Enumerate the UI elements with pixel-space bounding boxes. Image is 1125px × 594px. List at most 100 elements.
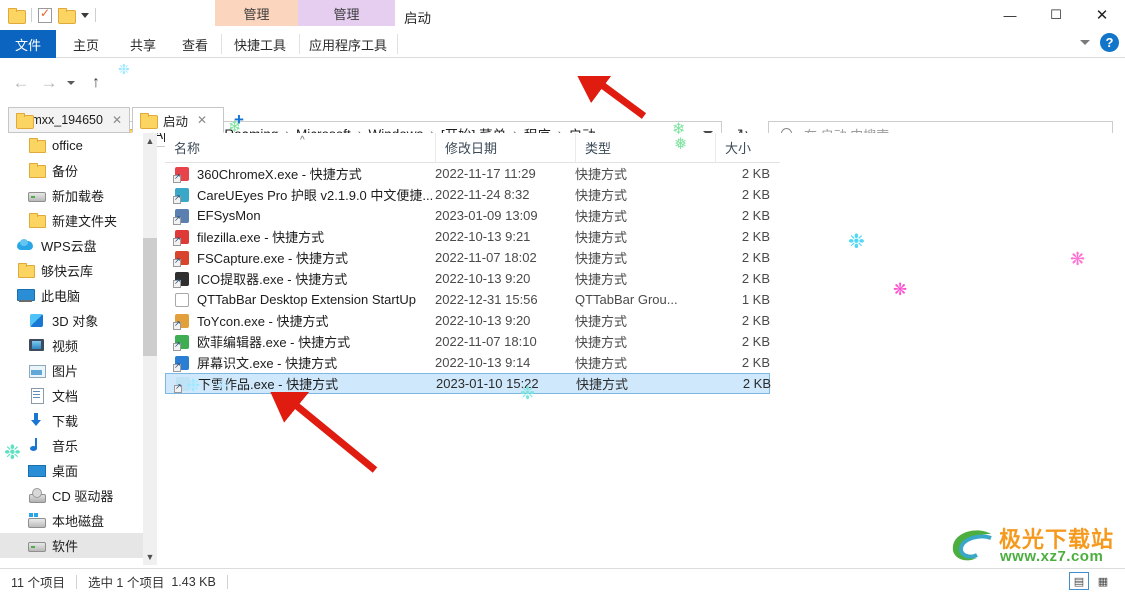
tab-view[interactable]: 查看: [170, 30, 220, 58]
sidebar-item-11[interactable]: 下载: [0, 408, 143, 433]
close-button[interactable]: ✕: [1079, 0, 1125, 30]
file-date-cell: 2022-11-07 18:10: [435, 334, 537, 349]
file-type-cell: QTTabBar Grou...: [575, 292, 678, 307]
tab-application-tools[interactable]: 应用程序工具: [300, 30, 396, 58]
table-row[interactable]: 360ChromeX.exe - 快捷方式 2022-11-17 11:29 快捷方…: [165, 163, 770, 184]
table-row[interactable]: filezilla.exe - 快捷方式 2022-10-13 9:21 快捷方式 2…: [165, 226, 770, 247]
tab-close-icon[interactable]: ✕: [197, 113, 207, 127]
tab-shortcut-tools[interactable]: 快捷工具: [222, 30, 298, 58]
tab-home[interactable]: 主页: [56, 30, 116, 58]
column-header-3[interactable]: 大小: [715, 133, 780, 162]
file-name-label: CareUEyes Pro 护眼 v2.1.9.0 中文便捷...: [197, 188, 434, 203]
new-folder-icon[interactable]: [58, 8, 76, 24]
sidebar-item-label: 3D 对象: [52, 314, 99, 329]
tab-label: 启动: [163, 114, 189, 129]
table-row[interactable]: FSCapture.exe - 快捷方式 2022-11-07 18:02 快捷方式…: [165, 247, 770, 268]
large-icons-view-button[interactable]: ▦: [1093, 572, 1113, 590]
contextual-tab-groups: 管理 管理: [215, 0, 395, 30]
sidebar-item-label: 文档: [52, 389, 79, 404]
drive-icon: [28, 187, 46, 204]
table-row[interactable]: ToYcon.exe - 快捷方式 2022-10-13 9:20 快捷方式 2 KB: [165, 310, 770, 331]
sidebar-item-3[interactable]: 新建文件夹: [0, 208, 143, 233]
selection-size: 1.43 KB: [171, 574, 216, 589]
properties-icon[interactable]: [38, 6, 52, 23]
sidebar-item-0[interactable]: office: [0, 133, 143, 158]
column-header-2[interactable]: 类型: [575, 133, 715, 162]
column-header-0[interactable]: 名称: [165, 133, 435, 162]
drive-icon: [28, 537, 46, 554]
chevron-down-icon[interactable]: [1080, 40, 1090, 45]
tab-pmxx-194650[interactable]: pmxx_194650 ✕: [8, 107, 130, 133]
sidebar-item-4[interactable]: WPS云盘: [0, 233, 143, 258]
file-size-cell: 2 KB: [741, 229, 770, 244]
sidebar-item-8[interactable]: 视频: [0, 333, 143, 358]
sidebar-item-12[interactable]: 音乐: [0, 433, 143, 458]
sidebar-item-9[interactable]: 图片: [0, 358, 143, 383]
file-type-cell: 快捷方式: [575, 230, 628, 245]
sidebar-item-13[interactable]: 桌面: [0, 458, 143, 483]
sidebar-item-1[interactable]: 备份: [0, 158, 143, 183]
file-name-label: 360ChromeX.exe - 快捷方式: [197, 167, 362, 182]
sidebar-item-label: office: [52, 138, 83, 153]
minimize-button[interactable]: —: [987, 0, 1033, 30]
cd-icon: [28, 487, 46, 504]
recent-locations-icon[interactable]: [64, 76, 78, 90]
navigation-pane[interactable]: office 备份 新加载卷 新建文件夹 WPS云盘 够快云库 此电脑 3D 对象视频 图片文档…: [0, 133, 143, 565]
music-icon: [28, 437, 45, 454]
table-row[interactable]: QTTabBar Desktop Extension StartUp 2022-1…: [165, 289, 770, 310]
details-view-button[interactable]: ▤: [1069, 572, 1089, 590]
file-name-cell: 360ChromeX.exe - 快捷方式: [173, 164, 362, 183]
file-type-cell: 快捷方式: [575, 188, 628, 203]
sidebar-item-14[interactable]: CD 驱动器: [0, 483, 143, 508]
customize-dropdown-icon[interactable]: [81, 12, 89, 18]
maximize-button[interactable]: ☐: [1033, 0, 1079, 30]
scroll-down-icon[interactable]: ▼: [143, 549, 157, 565]
file-size-cell: 2 KB: [742, 376, 771, 391]
file-explorer-window: 管理 管理 启动 — ☐ ✕ 文件 主页 共享 查看 快捷工具 应用程序工具 ?…: [0, 0, 1125, 594]
tab-close-icon[interactable]: ✕: [112, 113, 122, 127]
file-name-label: 屏幕识文.exe - 快捷方式: [197, 356, 338, 371]
file-date-cell: 2022-12-31 15:56: [435, 292, 538, 307]
sidebar-scrollbar[interactable]: ▲ ▼: [143, 133, 157, 565]
forward-button[interactable]: →: [38, 72, 60, 94]
file-date-cell: 2022-10-13 9:14: [435, 355, 531, 370]
column-header-1[interactable]: 修改日期: [435, 133, 575, 162]
table-row[interactable]: ICO提取器.exe - 快捷方式 2022-10-13 9:20 快捷方式 2 KB: [165, 268, 770, 289]
sidebar-item-label: 软件: [52, 539, 79, 554]
sidebar-item-5[interactable]: 够快云库: [0, 258, 143, 283]
window-controls: — ☐ ✕: [987, 0, 1125, 30]
sidebar-item-7[interactable]: 3D 对象: [0, 308, 143, 333]
sidebar-item-2[interactable]: 新加载卷: [0, 183, 143, 208]
scroll-up-icon[interactable]: ▲: [143, 133, 157, 149]
back-button[interactable]: ←: [10, 72, 32, 94]
shortcut-arrow-icon: [173, 235, 181, 246]
sidebar-item-15[interactable]: 本地磁盘: [0, 508, 143, 533]
table-row[interactable]: 屏幕识文.exe - 快捷方式 2022-10-13 9:14 快捷方式 2 KB: [165, 352, 770, 373]
file-name-cell: 欧菲编辑器.exe - 快捷方式: [173, 332, 350, 351]
table-row[interactable]: CareUEyes Pro 护眼 v2.1.9.0 中文便捷...2022-11…: [165, 184, 770, 205]
file-date-cell: 2022-10-13 9:20: [435, 313, 531, 328]
sidebar-item-6[interactable]: 此电脑: [0, 283, 143, 308]
window-title: 启动: [404, 11, 431, 26]
toolbar-divider: [31, 8, 32, 22]
file-size-cell: 2 KB: [741, 334, 770, 349]
table-row[interactable]: EFSysMon 2023-01-09 13:09 快捷方式 2 KB: [165, 205, 770, 226]
file-name-label: QTTabBar Desktop Extension StartUp: [197, 292, 416, 307]
up-button[interactable]: ↑: [85, 72, 107, 94]
file-size-cell: 2 KB: [741, 166, 770, 181]
new-tab-button[interactable]: +: [234, 110, 244, 130]
tab-file[interactable]: 文件: [0, 30, 56, 58]
sidebar-item-10[interactable]: 文档: [0, 383, 143, 408]
help-button[interactable]: ?: [1100, 33, 1119, 52]
doc-icon: [28, 387, 45, 404]
folder-icon[interactable]: [8, 8, 26, 24]
tab-startup[interactable]: 启动 ✕: [132, 107, 224, 133]
table-row[interactable]: 下雪作品.exe - 快捷方式 2023-01-10 15:22 快捷方式 2 KB: [165, 373, 771, 394]
file-name-label: 下雪作品.exe - 快捷方式: [198, 377, 339, 392]
status-divider: [75, 574, 77, 589]
tab-share[interactable]: 共享: [116, 30, 170, 58]
scrollbar-thumb[interactable]: [143, 238, 157, 356]
sidebar-item-16[interactable]: 软件: [0, 533, 143, 558]
table-row[interactable]: 欧菲编辑器.exe - 快捷方式 2022-11-07 18:10 快捷方式 2 KB: [165, 331, 770, 352]
file-date-cell: 2023-01-10 15:22: [436, 376, 539, 391]
